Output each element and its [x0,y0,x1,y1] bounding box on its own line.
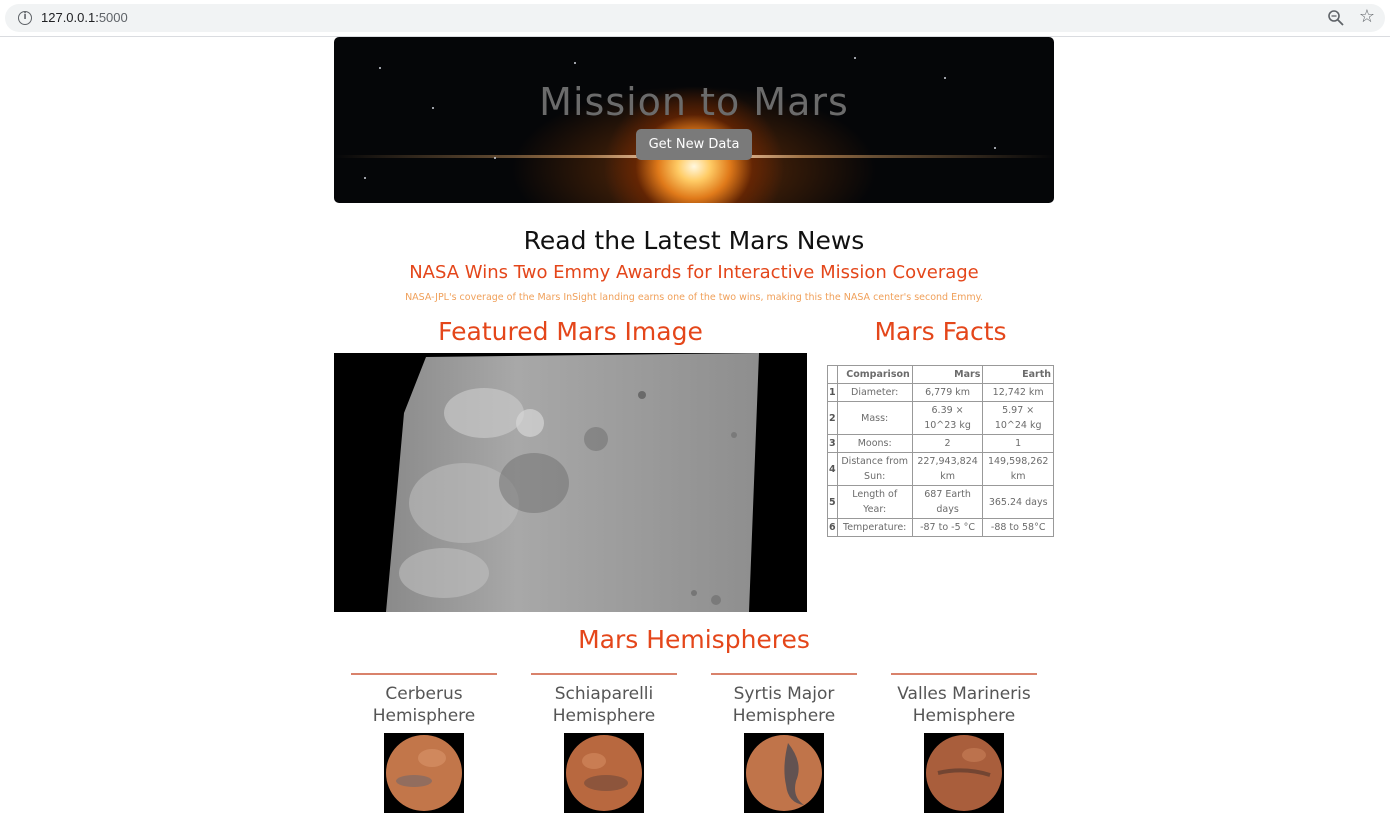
hemisphere-title: Schiaparelli Hemisphere [552,684,656,726]
star [994,147,996,149]
hemispheres-heading: Mars Hemispheres [578,625,810,654]
row-mars-value: 6.39 × 10^23 kg [911,401,984,435]
divider [351,673,497,675]
star [944,77,946,79]
url-host: 127.0.0.1: [41,10,99,25]
row-mars-value: 2 [911,434,984,453]
table-header-comparison: Comparison [836,365,913,384]
star [379,67,381,69]
hemisphere-title: Valles Marineris Hemisphere [897,684,1031,726]
news-title: NASA Wins Two Emmy Awards for Interactiv… [409,262,979,283]
hemisphere-card-valles-marineris: Valles Marineris Hemisphere [891,673,1037,813]
star [574,62,576,64]
row-index: 4 [827,452,838,486]
hemisphere-card-syrtis-major: Syrtis Major Hemisphere [711,673,857,813]
row-label: Temperature: [836,518,913,537]
hemisphere-image[interactable] [564,733,644,813]
mars-facts-table: Comparison Mars Earth 1 Diameter: 6,779 … [827,365,1054,537]
table-header-index [827,365,838,384]
url-text[interactable]: 127.0.0.1:5000 [41,10,128,26]
row-label: Moons: [836,434,913,453]
row-label: Distance from Sun: [836,452,913,486]
table-header-row: Comparison Mars Earth [827,365,1054,384]
row-index: 3 [827,434,838,453]
table-row: 3 Moons: 2 1 [827,434,1054,453]
row-mars-value: 6,779 km [911,383,984,402]
row-index: 5 [827,485,838,519]
address-bar[interactable]: i 127.0.0.1:5000 ☆ [5,4,1385,32]
table-row: 5 Length of Year: 687 Earth days 365.24 … [827,485,1054,519]
table-row: 2 Mass: 6.39 × 10^23 kg 5.97 × 10^24 kg [827,401,1054,435]
browser-toolbar: i 127.0.0.1:5000 ☆ [0,0,1390,37]
info-icon[interactable]: i [18,11,32,25]
row-earth-value: 12,742 km [982,383,1054,402]
table-row: 1 Diameter: 6,779 km 12,742 km [827,383,1054,402]
featured-mars-image [334,353,807,612]
row-earth-value: 5.97 × 10^24 kg [982,401,1054,435]
star [494,157,496,159]
table-row: 4 Distance from Sun: 227,943,824 km 149,… [827,452,1054,486]
url-port: 5000 [98,10,128,25]
row-earth-value: -88 to 58°C [982,518,1054,537]
hemisphere-image[interactable] [744,733,824,813]
row-index: 6 [827,518,838,537]
news-heading: Read the Latest Mars News [523,226,865,255]
divider [891,673,1037,675]
row-label: Length of Year: [836,485,913,519]
hemisphere-title: Syrtis Major Hemisphere [732,684,836,726]
hero-banner: Mission to Mars Get New Data [334,37,1054,203]
star [364,177,366,179]
mars-facts-heading: Mars Facts [874,317,1007,346]
row-earth-value: 365.24 days [982,485,1054,519]
hemisphere-card-cerberus: Cerberus Hemisphere [351,673,497,813]
row-label: Mass: [836,401,913,435]
row-mars-value: 227,943,824 km [911,452,984,486]
row-mars-value: -87 to -5 °C [911,518,984,537]
hemisphere-image[interactable] [384,733,464,813]
featured-image-heading: Featured Mars Image [438,317,703,346]
row-earth-value: 1 [982,434,1054,453]
row-index: 1 [827,383,838,402]
page-title: Mission to Mars [539,80,849,124]
row-earth-value: 149,598,262 km [982,452,1054,486]
news-teaser: NASA-JPL's coverage of the Mars InSight … [405,292,983,303]
table-header-mars: Mars [911,365,984,384]
divider [711,673,857,675]
divider [531,673,677,675]
table-row: 6 Temperature: -87 to -5 °C -88 to 58°C [827,518,1054,537]
row-mars-value: 687 Earth days [911,485,984,519]
star [854,57,856,59]
bookmark-star-icon[interactable]: ☆ [1357,7,1377,27]
row-index: 2 [827,401,838,435]
get-new-data-button[interactable]: Get New Data [636,129,752,160]
row-label: Diameter: [836,383,913,402]
hemisphere-card-schiaparelli: Schiaparelli Hemisphere [531,673,677,813]
hemisphere-image[interactable] [924,733,1004,813]
zoom-icon[interactable] [1327,9,1345,27]
hemisphere-title: Cerberus Hemisphere [372,684,476,726]
table-header-earth: Earth [982,365,1054,384]
